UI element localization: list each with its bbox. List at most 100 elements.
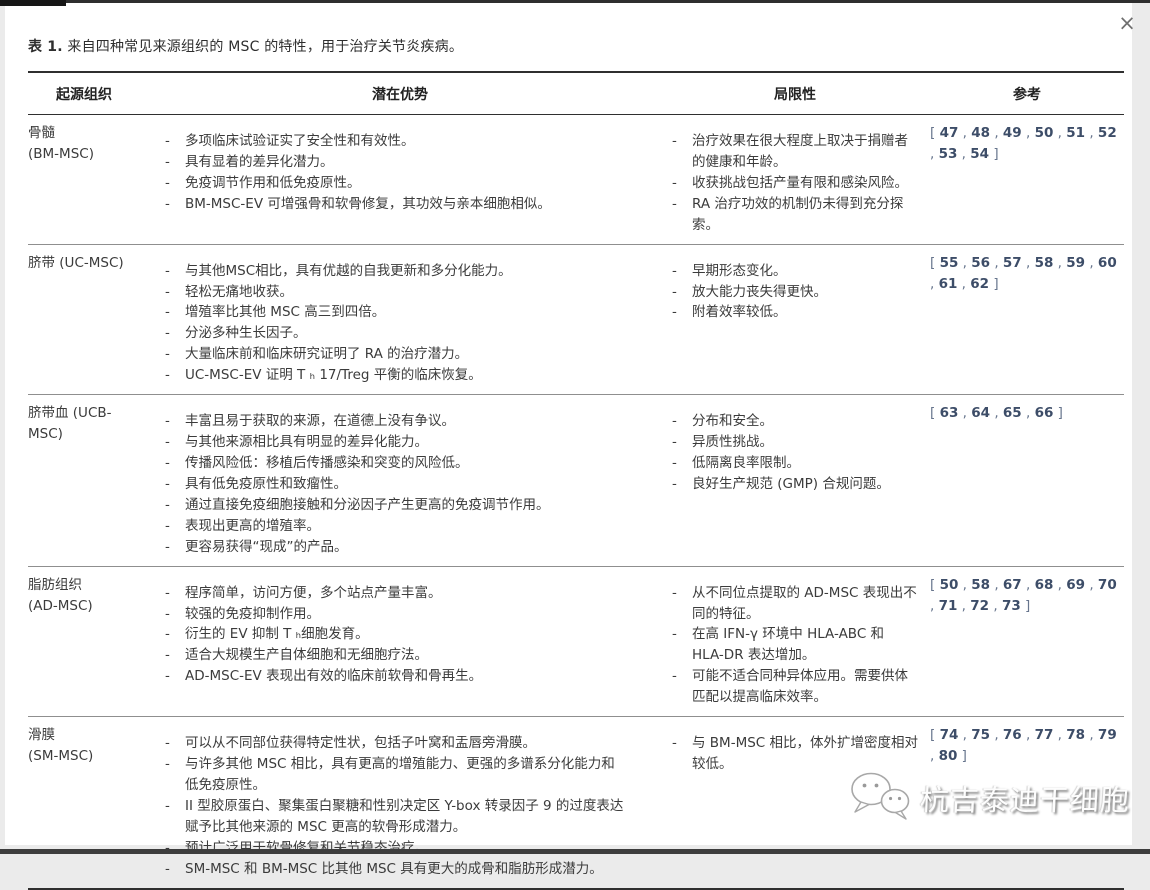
tissue-cell: 滑膜 (SM-MSC) bbox=[28, 717, 140, 889]
ref-separator: , bbox=[958, 125, 971, 141]
bullet-dash: - bbox=[165, 261, 185, 282]
ref-link[interactable]: 60 bbox=[1098, 255, 1117, 271]
table-caption-text: 来自四种常见来源组织的 MSC 的特性，用于治疗关节炎疾病。 bbox=[63, 39, 463, 55]
bullet-dash: - bbox=[165, 432, 185, 453]
ref-separator: , bbox=[1053, 255, 1066, 271]
ref-separator: , bbox=[1022, 125, 1035, 141]
ref-link[interactable]: 71 bbox=[939, 598, 958, 614]
bullet-dash: - bbox=[165, 604, 185, 625]
bullet-item: -丰富且易于获取的来源，在道德上没有争议。 bbox=[165, 411, 626, 432]
ref-separator: , bbox=[990, 125, 1003, 141]
ref-link[interactable]: 62 bbox=[970, 276, 989, 292]
ref-link[interactable]: 76 bbox=[1003, 727, 1022, 743]
ref-link[interactable]: 75 bbox=[971, 727, 990, 743]
window-top-edge bbox=[0, 0, 1150, 3]
bullet-text: 衍生的 EV 抑制 T ₕ细胞发育。 bbox=[185, 624, 626, 645]
bullet-text: 从不同位点提取的 AD-MSC 表现出不同的特征。 bbox=[692, 583, 918, 625]
bullet-text: 附着效率较低。 bbox=[692, 302, 918, 323]
bullet-dash: - bbox=[165, 365, 185, 386]
bullet-text: 与其他来源相比具有明显的差异化能力。 bbox=[185, 432, 626, 453]
ref-link[interactable]: 67 bbox=[1003, 577, 1022, 593]
ref-link[interactable]: 54 bbox=[970, 146, 989, 162]
bullet-dash: - bbox=[672, 624, 692, 666]
ref-link[interactable]: 51 bbox=[1066, 125, 1085, 141]
ref-link[interactable]: 58 bbox=[971, 577, 990, 593]
advantages-cell: -可以从不同部位获得特定性状，包括子叶窝和盂唇旁滑膜。-与许多其他 MSC 相比… bbox=[140, 717, 660, 889]
bullet-dash: - bbox=[165, 344, 185, 365]
ref-link[interactable]: 50 bbox=[940, 577, 959, 593]
bullet-item: -与其他来源相比具有明显的差异化能力。 bbox=[165, 432, 626, 453]
bullet-item: -从不同位点提取的 AD-MSC 表现出不同的特征。 bbox=[672, 583, 918, 625]
tissue-cell: 脐带 (UC-MSC) bbox=[28, 244, 140, 395]
ref-separator: , bbox=[930, 748, 939, 764]
ref-separator: , bbox=[1022, 727, 1035, 743]
ref-link[interactable]: 68 bbox=[1035, 577, 1054, 593]
bullet-item: -放大能力丧失得更快。 bbox=[672, 282, 918, 303]
bullet-text: 适合大规模生产自体细胞和无细胞疗法。 bbox=[185, 645, 626, 666]
ref-link[interactable]: 58 bbox=[1035, 255, 1054, 271]
ref-link[interactable]: 70 bbox=[1098, 577, 1117, 593]
references-cell: [ 55 , 56 , 57 , 58 , 59 , 60 , 61 , 62 … bbox=[930, 244, 1124, 395]
ref-link[interactable]: 69 bbox=[1066, 577, 1085, 593]
bullet-text: RA 治疗功效的机制仍未得到充分探索。 bbox=[692, 194, 918, 236]
ref-link[interactable]: 80 bbox=[939, 748, 958, 764]
bullet-item: -分泌多种生长因子。 bbox=[165, 323, 626, 344]
ref-link[interactable]: 55 bbox=[940, 255, 959, 271]
ref-link[interactable]: 49 bbox=[1003, 125, 1022, 141]
ref-close-bracket: ] bbox=[989, 146, 999, 162]
ref-link[interactable]: 79 bbox=[1098, 727, 1117, 743]
bullet-text: 具有低免疫原性和致瘤性。 bbox=[185, 474, 626, 495]
bullet-text: 良好生产规范 (GMP) 合规问题。 bbox=[692, 474, 918, 495]
ref-link[interactable]: 53 bbox=[939, 146, 958, 162]
bullet-dash: - bbox=[165, 173, 185, 194]
tissue-cell: 脐带血 (UCB-MSC) bbox=[28, 395, 140, 566]
bullet-dash: - bbox=[165, 583, 185, 604]
bullet-item: -通过直接免疫细胞接触和分泌因子产生更高的免疫调节作用。 bbox=[165, 495, 626, 516]
ref-link[interactable]: 73 bbox=[1002, 598, 1021, 614]
bullet-text: UC-MSC-EV 证明 T ₕ 17/Treg 平衡的临床恢复。 bbox=[185, 365, 626, 386]
ref-close-bracket: ] bbox=[1053, 405, 1063, 421]
bullet-text: 在高 IFN-γ 环境中 HLA-ABC 和 HLA-DR 表达增加。 bbox=[692, 624, 918, 666]
bullet-item: -较强的免疫抑制作用。 bbox=[165, 604, 626, 625]
ref-link[interactable]: 52 bbox=[1098, 125, 1117, 141]
table-header-row: 起源组织 潜在优势 局限性 参考 bbox=[28, 72, 1124, 115]
ref-link[interactable]: 61 bbox=[939, 276, 958, 292]
limitations-cell: -早期形态变化。-放大能力丧失得更快。-附着效率较低。 bbox=[660, 244, 930, 395]
ref-link[interactable]: 74 bbox=[940, 727, 959, 743]
limitations-list: -分布和安全。-异质性挑战。-低隔离良率限制。-良好生产规范 (GMP) 合规问… bbox=[660, 411, 930, 495]
bullet-item: -早期形态变化。 bbox=[672, 261, 918, 282]
bullet-item: -在高 IFN-γ 环境中 HLA-ABC 和 HLA-DR 表达增加。 bbox=[672, 624, 918, 666]
table-row: 骨髓 (BM-MSC)-多项临床试验证实了安全性和有效性。-具有显着的差异化潜力… bbox=[28, 115, 1124, 245]
bullet-dash: - bbox=[165, 323, 185, 344]
ref-link[interactable]: 56 bbox=[971, 255, 990, 271]
bullet-dash: - bbox=[165, 302, 185, 323]
bullet-item: -BM-MSC-EV 可增强骨和软骨修复，其功效与亲本细胞相似。 bbox=[165, 194, 626, 215]
ref-link[interactable]: 64 bbox=[971, 405, 990, 421]
bullet-text: 通过直接免疫细胞接触和分泌因子产生更高的免疫调节作用。 bbox=[185, 495, 626, 516]
ref-separator: , bbox=[990, 405, 1003, 421]
table-body: 骨髓 (BM-MSC)-多项临床试验证实了安全性和有效性。-具有显着的差异化潜力… bbox=[28, 115, 1124, 889]
bullet-text: 增殖率比其他 MSC 高三到四倍。 bbox=[185, 302, 626, 323]
ref-link[interactable]: 77 bbox=[1035, 727, 1054, 743]
tissue-cell: 骨髓 (BM-MSC) bbox=[28, 115, 140, 245]
ref-link[interactable]: 78 bbox=[1066, 727, 1085, 743]
bullet-dash: - bbox=[165, 282, 185, 303]
ref-close-bracket: ] bbox=[1021, 598, 1031, 614]
ref-link[interactable]: 48 bbox=[971, 125, 990, 141]
table-row: 滑膜 (SM-MSC)-可以从不同部位获得特定性状，包括子叶窝和盂唇旁滑膜。-与… bbox=[28, 717, 1124, 889]
ref-link[interactable]: 47 bbox=[940, 125, 959, 141]
ref-link[interactable]: 50 bbox=[1035, 125, 1054, 141]
ref-link[interactable]: 66 bbox=[1035, 405, 1054, 421]
ref-link[interactable]: 59 bbox=[1066, 255, 1085, 271]
close-icon[interactable]: × bbox=[1112, 8, 1142, 38]
bullet-item: -免疫调节作用和低免疫原性。 bbox=[165, 173, 626, 194]
bullet-text: 与 BM-MSC 相比，体外扩增密度相对较低。 bbox=[692, 733, 918, 775]
bullet-item: -可能不适合同种异体应用。需要供体匹配以提高临床效率。 bbox=[672, 666, 918, 708]
ref-link[interactable]: 57 bbox=[1003, 255, 1022, 271]
bullet-dash: - bbox=[672, 194, 692, 236]
ref-link[interactable]: 63 bbox=[940, 405, 959, 421]
ref-link[interactable]: 65 bbox=[1003, 405, 1022, 421]
bullet-text: 分泌多种生长因子。 bbox=[185, 323, 626, 344]
ref-link[interactable]: 72 bbox=[970, 598, 989, 614]
table-row: 脂肪组织 (AD-MSC)-程序简单，访问方便，多个站点产量丰富。-较强的免疫抑… bbox=[28, 566, 1124, 717]
